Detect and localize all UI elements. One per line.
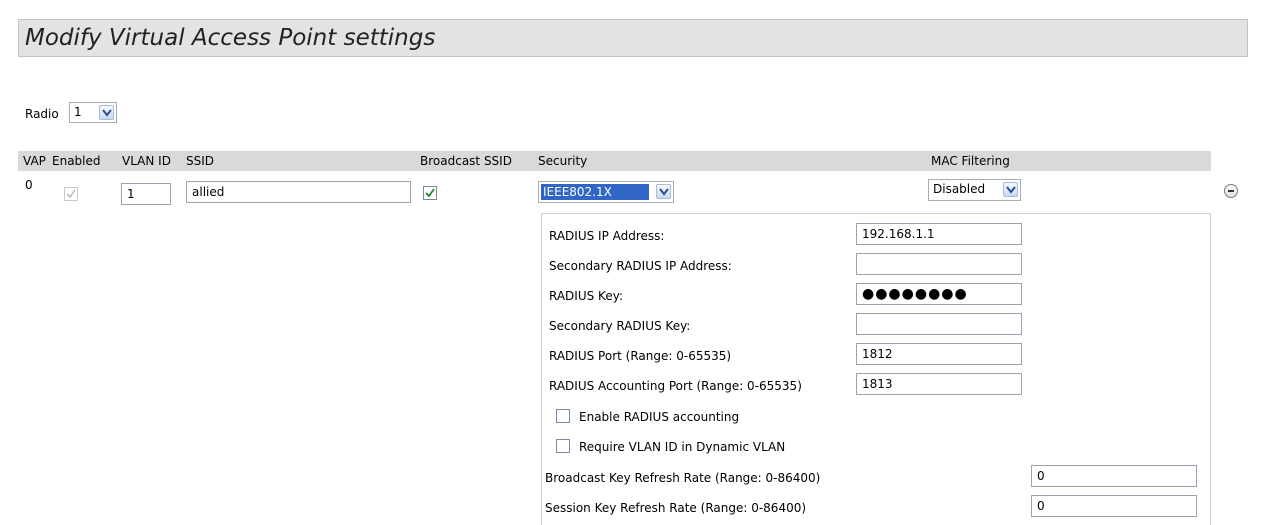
check-icon bbox=[425, 188, 435, 198]
secondary-radius-key-input[interactable] bbox=[856, 313, 1022, 335]
radius-port-input[interactable]: 1812 bbox=[856, 343, 1022, 365]
chevron-down-icon bbox=[1003, 182, 1018, 197]
secondary-radius-ip-label: Secondary RADIUS IP Address: bbox=[549, 259, 732, 273]
radius-key-input[interactable]: ●●●●●●●● bbox=[856, 283, 1022, 305]
check-icon bbox=[66, 189, 76, 199]
radio-select-value: 1 bbox=[74, 105, 82, 119]
require-vlan-id-checkbox[interactable] bbox=[556, 439, 570, 453]
radius-key-label: RADIUS Key: bbox=[549, 289, 623, 303]
enabled-checkbox[interactable] bbox=[64, 187, 78, 201]
chevron-down-icon bbox=[99, 105, 114, 120]
radius-accounting-port-label: RADIUS Accounting Port (Range: 0-65535) bbox=[549, 379, 802, 393]
vap-index: 0 bbox=[25, 178, 33, 192]
session-key-refresh-label: Session Key Refresh Rate (Range: 0-86400… bbox=[545, 501, 807, 515]
col-header-mac-filtering: MAC Filtering bbox=[931, 154, 1010, 168]
radius-ip-label: RADIUS IP Address: bbox=[549, 229, 665, 243]
ssid-input[interactable]: allied bbox=[186, 181, 411, 203]
secondary-radius-ip-input[interactable] bbox=[856, 253, 1022, 275]
radius-accounting-port-input[interactable]: 1813 bbox=[856, 373, 1022, 395]
require-vlan-id-label: Require VLAN ID in Dynamic VLAN bbox=[579, 440, 786, 454]
session-key-refresh-input[interactable]: 0 bbox=[1031, 495, 1197, 517]
col-header-security: Security bbox=[538, 154, 588, 168]
enable-radius-accounting-checkbox[interactable] bbox=[556, 409, 570, 423]
page-title: Modify Virtual Access Point settings bbox=[25, 25, 436, 51]
chevron-down-icon bbox=[656, 184, 671, 199]
mac-filtering-select-value: Disabled bbox=[933, 182, 986, 196]
enable-radius-accounting-label: Enable RADIUS accounting bbox=[579, 410, 740, 424]
radio-select[interactable]: 1 bbox=[69, 102, 117, 123]
mac-filtering-select[interactable]: Disabled bbox=[928, 179, 1021, 201]
radio-label: Radio bbox=[25, 107, 59, 121]
col-header-broadcast-ssid: Broadcast SSID bbox=[420, 154, 512, 168]
minus-circle-icon[interactable] bbox=[1224, 184, 1238, 198]
radius-ip-input[interactable]: 192.168.1.1 bbox=[856, 223, 1022, 245]
broadcast-ssid-checkbox[interactable] bbox=[423, 186, 437, 200]
col-header-vlan-id: VLAN ID bbox=[122, 154, 171, 168]
col-header-vap: VAP bbox=[23, 154, 46, 168]
broadcast-key-refresh-input[interactable]: 0 bbox=[1031, 465, 1197, 487]
radius-port-label: RADIUS Port (Range: 0-65535) bbox=[549, 349, 732, 363]
col-header-ssid: SSID bbox=[186, 154, 215, 168]
secondary-radius-key-label: Secondary RADIUS Key: bbox=[549, 319, 691, 333]
vlan-id-input[interactable]: 1 bbox=[121, 183, 171, 205]
security-select[interactable]: IEEE802.1X bbox=[538, 181, 674, 203]
col-header-enabled: Enabled bbox=[52, 154, 101, 168]
security-select-value: IEEE802.1X bbox=[541, 184, 649, 200]
broadcast-key-refresh-label: Broadcast Key Refresh Rate (Range: 0-864… bbox=[545, 471, 821, 485]
